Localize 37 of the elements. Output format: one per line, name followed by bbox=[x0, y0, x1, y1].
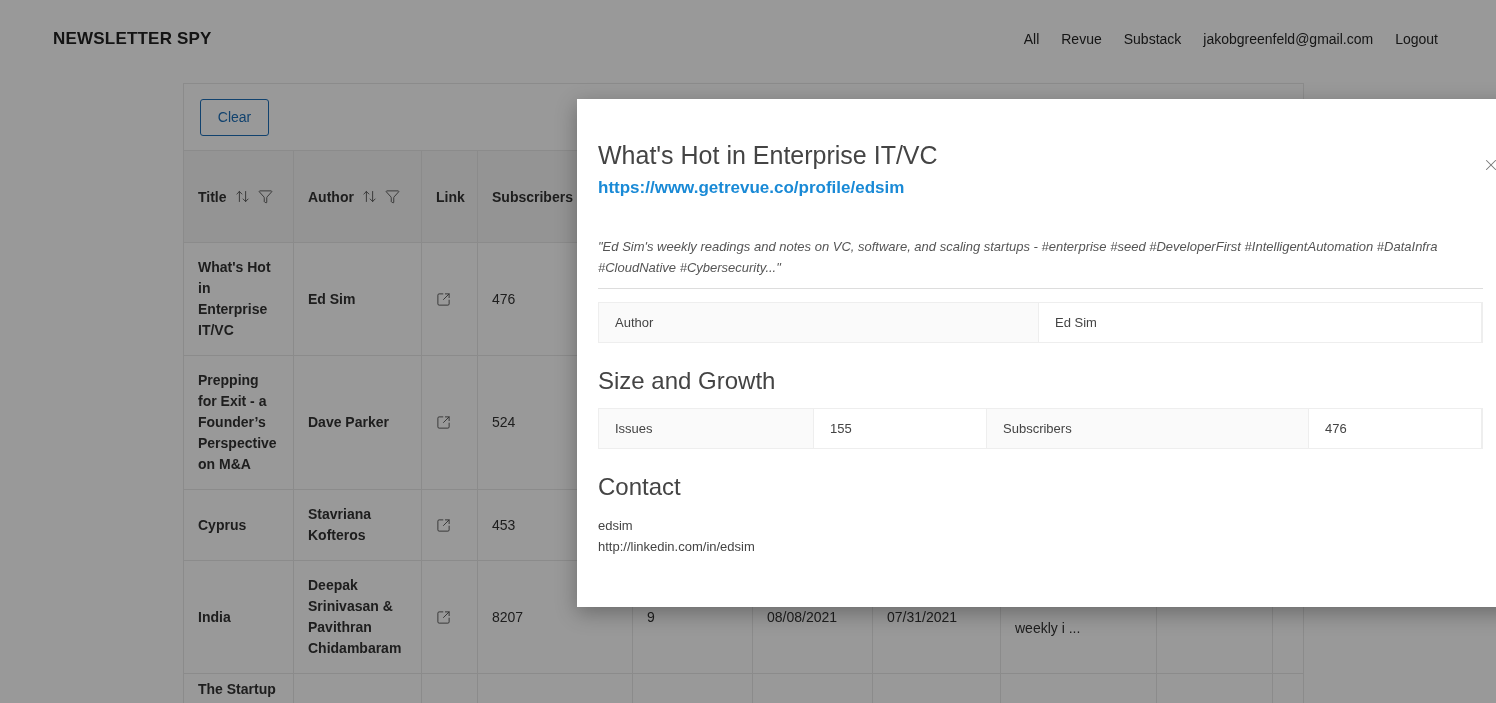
column-title: Link bbox=[436, 188, 465, 205]
column-title: Subscribers bbox=[492, 188, 573, 205]
title-cell: What's Hot in Enterprise IT/VC bbox=[184, 243, 294, 356]
description-text: "Ed Sim's weekly readings and notes on VC, software, and scaling startups - #enterprise #seed #DeveloperFirst #IntelligentAutomation #DataInfra #CloudNative #Cybersecurity..." bbox=[598, 236, 1483, 289]
detail-value: 476 bbox=[1309, 409, 1482, 448]
nav-link[interactable]: jakobgreenfeld@gmail.com bbox=[1203, 31, 1374, 47]
title-cell: Cyprus bbox=[184, 490, 294, 561]
sort-icon[interactable] bbox=[361, 189, 377, 204]
nav-link[interactable]: Revue bbox=[1061, 31, 1102, 47]
author-cell: Ed Sim bbox=[294, 243, 422, 356]
brand-title: NEWSLETTER SPY bbox=[53, 29, 212, 49]
nav-link[interactable]: Substack bbox=[1123, 31, 1182, 47]
detail-value: Ed Sim bbox=[1039, 303, 1482, 342]
detail-label: Subscribers bbox=[987, 409, 1309, 448]
external-link-icon[interactable] bbox=[436, 415, 451, 430]
external-link-icon[interactable] bbox=[436, 517, 451, 533]
nav-link[interactable]: Logout bbox=[1395, 31, 1438, 47]
clear-button[interactable]: Clear bbox=[200, 98, 269, 136]
author-cell: Deepak Srinivasan & Pavithran Chidambaram bbox=[294, 561, 422, 674]
title-cell: India bbox=[184, 561, 294, 674]
title-cell: The Startup bbox=[184, 674, 294, 703]
detail-label: Issues bbox=[599, 409, 814, 448]
filter-icon[interactable] bbox=[257, 189, 273, 204]
dialog-title: What's Hot in Enterprise IT/VC bbox=[598, 141, 939, 170]
author-cell: Dave Parker bbox=[294, 356, 422, 490]
title-cell: Prepping for Exit - a Founder’s Perspective on M&A bbox=[184, 356, 294, 490]
detail-label: Author bbox=[599, 303, 1039, 342]
filter-icon[interactable] bbox=[384, 189, 400, 204]
author-cell: Stavriana Kofteros bbox=[294, 490, 422, 561]
profile-link[interactable]: https://www.getrevue.co/profile/edsim bbox=[598, 178, 1483, 198]
sort-icon[interactable] bbox=[234, 189, 250, 204]
column-title: Title bbox=[198, 188, 227, 205]
external-link-icon[interactable] bbox=[436, 291, 451, 307]
contact-line: edsim bbox=[598, 517, 634, 535]
nav-link[interactable]: All bbox=[1023, 31, 1040, 47]
external-link-icon[interactable] bbox=[436, 609, 451, 625]
column-title: Author bbox=[308, 188, 354, 205]
